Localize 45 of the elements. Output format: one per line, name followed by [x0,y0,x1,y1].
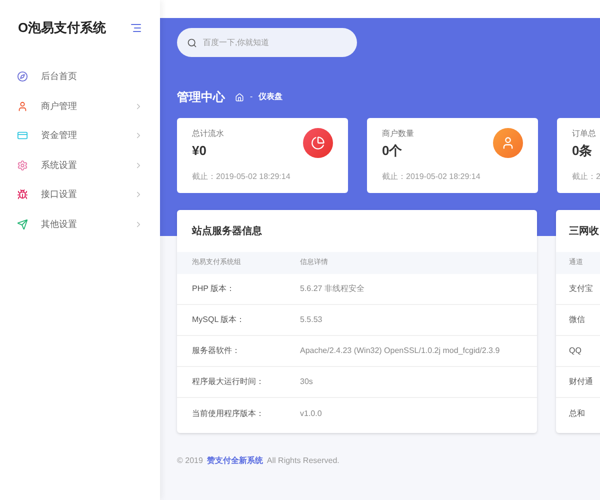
breadcrumb-current: 仪表盘 [258,91,283,103]
user-icon [493,128,523,158]
stat-note: 截止：2 [572,170,600,182]
table-cell: 微信 [569,314,585,326]
stat-label: 总计流水 [192,128,224,140]
table-cell-text: MySQL 版本： [192,314,246,326]
table-cell-text: 服务器软件： [192,345,241,357]
stat-value: 0个 [382,142,404,160]
copyright-text: All Rights Reserved. [266,455,340,467]
stat-value: 0条 [572,142,594,160]
stat-label: 商户数量 [382,128,414,140]
panel-title: 站点服务器信息 [192,224,262,238]
table-cell: v1.0.0 [300,408,322,420]
table-cell: 30s [300,376,313,388]
table-cell-text: PHP 版本： [192,283,236,295]
table-cell-text: 程序最大运行时间： [192,376,265,388]
sidebar-item[interactable]: 后台首页 [0,62,160,92]
menu-icon[interactable] [130,22,142,34]
stat-value: ¥0 [192,142,208,160]
table-cell: 5.5.53 [300,314,322,326]
stat-note: 截止：2019-05-02 18:29:14 [192,170,292,182]
sidebar-item[interactable]: 商户管理 [0,92,160,121]
sidebar-item[interactable]: 资金管理 [0,121,160,150]
table-cell: 财付通 [569,376,593,388]
stat-note: 截止：2019-05-02 18:29:14 [382,170,482,182]
sidebar-item[interactable]: 其他设置 [0,210,160,239]
table-cell: Apache/2.4.23 (Win32) OpenSSL/1.0.2j mod_fcgid/2.3.9 [300,345,500,357]
page-title: 管理中心 [177,89,225,106]
table-cell: QQ [569,345,582,357]
brand-title: O泡易支付系统 [18,19,106,38]
panel-title: 三网收 [569,224,599,238]
stat-label: 订单总 [572,128,596,140]
search-icon [187,38,197,48]
search-field[interactable]: 百度一下,你就知道 [177,28,357,57]
breadcrumb-separator: - [250,91,253,103]
table-cell: 5.6.27 非线程安全 [300,283,364,295]
sidebar-item[interactable]: 接口设置 [0,180,160,210]
sidebar-item[interactable]: 系统设置 [0,150,160,180]
table-cell: 总和 [569,408,585,420]
pie-chart-icon [303,128,333,158]
home-icon[interactable] [235,92,244,102]
copyright-text: © 2019 [177,455,203,467]
table-cell-text: 当前使用程序版本： [192,408,265,420]
footer-link[interactable]: 赞支付全新系统 [206,455,263,467]
table-cell: 支付宝 [569,283,593,295]
